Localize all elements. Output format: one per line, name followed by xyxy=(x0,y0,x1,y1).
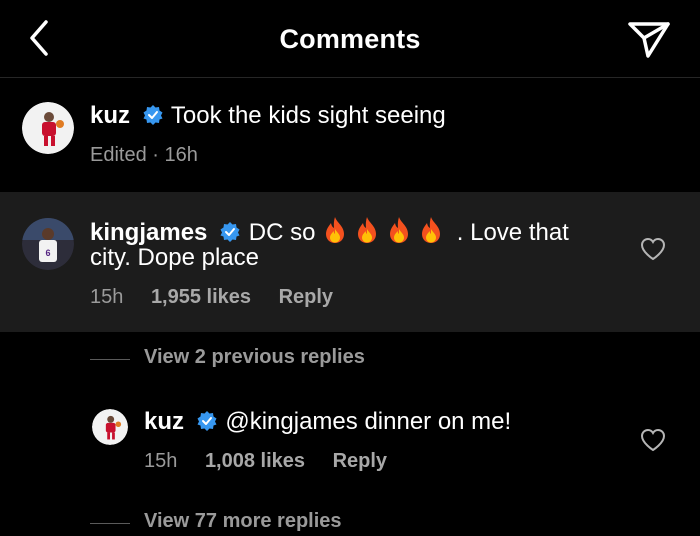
reply-text-row: kuz @kingjames dinner on me! xyxy=(144,408,511,436)
username[interactable]: kuz xyxy=(90,102,130,129)
likes-count[interactable]: 1,955 likes xyxy=(151,286,251,308)
svg-text:6: 6 xyxy=(45,248,50,258)
share-button[interactable] xyxy=(626,18,672,60)
fire-emoji-icon xyxy=(422,217,441,243)
divider xyxy=(90,523,130,524)
comment-meta: 15h 1,955 likes Reply xyxy=(90,286,355,309)
fire-emoji-group xyxy=(322,217,450,246)
paper-plane-icon xyxy=(628,22,670,58)
avatar[interactable] xyxy=(92,409,128,445)
username[interactable]: kingjames xyxy=(90,219,207,246)
comment-text-end: . Love that xyxy=(456,219,569,246)
verified-badge-icon xyxy=(197,411,217,431)
avatar[interactable]: 6 xyxy=(22,218,74,270)
fire-emoji-icon xyxy=(390,217,409,243)
verified-badge-icon xyxy=(143,105,163,125)
divider xyxy=(90,359,130,360)
comment-text-row: kingjames DC so . Love that xyxy=(90,216,569,247)
avatar[interactable] xyxy=(22,102,74,154)
fire-emoji-icon xyxy=(326,217,345,243)
like-heart-icon[interactable] xyxy=(640,428,666,452)
comment-text-start: DC so xyxy=(248,219,323,246)
comment-text-line2: city. Dope place xyxy=(90,244,259,271)
caption-meta: Edited · 16h xyxy=(90,144,220,167)
post-caption: kuz Took the kids sight seeing Edited · … xyxy=(0,78,700,192)
like-heart-icon[interactable] xyxy=(640,237,666,261)
reply-button[interactable]: Reply xyxy=(333,450,387,472)
reply-button[interactable]: Reply xyxy=(279,286,333,308)
comment-time: 15h xyxy=(90,286,124,308)
reply-meta: 15h 1,008 likes Reply xyxy=(144,450,409,473)
view-more-replies-label: View 77 more replies xyxy=(144,510,342,532)
comment-row[interactable]: 6 kingjames DC so . Love that city. Dope… xyxy=(0,192,700,332)
reply-text: @kingjames dinner on me! xyxy=(225,408,512,435)
header-bar: Comments xyxy=(0,0,700,78)
page-title: Comments xyxy=(279,24,421,54)
username[interactable]: kuz xyxy=(144,408,184,435)
reply-time: 15h xyxy=(144,450,178,472)
caption-text: Took the kids sight seeing xyxy=(170,102,446,129)
view-previous-replies-label: View 2 previous replies xyxy=(144,346,365,368)
fire-emoji-icon xyxy=(358,217,377,243)
caption-text-row: kuz Took the kids sight seeing xyxy=(90,102,446,130)
edited-time: Edited · 16h xyxy=(90,144,198,166)
likes-count[interactable]: 1,008 likes xyxy=(205,450,305,472)
verified-badge-icon xyxy=(220,222,240,242)
